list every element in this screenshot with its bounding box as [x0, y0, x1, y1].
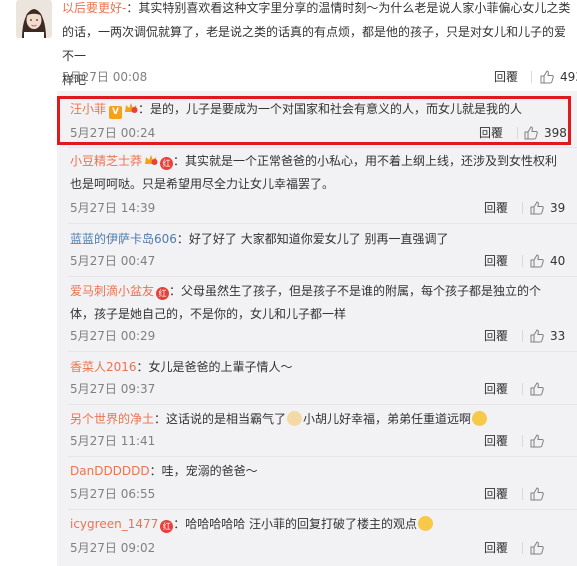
like-count: 39 — [550, 201, 566, 215]
thumbs-up-icon — [540, 70, 554, 84]
reply-username[interactable]: 蓝蓝的伊萨卡岛606 — [70, 232, 177, 246]
reply-item: 另个世界的净土：这话说的是相当霸气了 小胡儿好幸福，弟弟任重道远啊 — [70, 408, 570, 431]
divider — [522, 488, 523, 500]
comment-meta: 5月27日 00:08 回覆 493 — [62, 67, 577, 87]
divider — [68, 456, 577, 457]
reply-button[interactable]: 回覆 — [494, 67, 518, 87]
divider — [522, 202, 523, 214]
reply-text: ：哈哈哈哈哈 汪小菲的回复打破了楼主的观点 — [173, 517, 418, 531]
reply-meta: 5月27日 09:02 回覆 — [70, 538, 570, 558]
avatar[interactable] — [16, 0, 52, 38]
reply-username[interactable]: 香菜人2016 — [70, 360, 137, 374]
thumbs-up-icon — [530, 541, 544, 555]
reply-text: ：哇，宠溺的爸爸～ — [149, 464, 258, 478]
reply-meta: 5月27日 06:55 回覆 — [70, 484, 570, 504]
grin-emoji-icon — [472, 411, 488, 426]
like-count: 33 — [550, 329, 566, 343]
divider — [522, 255, 523, 267]
comment-timestamp: 5月27日 00:08 — [62, 70, 148, 84]
divider — [522, 330, 523, 342]
comment-text-line2: 的话，一两次调侃就算了，老是说之类的话真的有点烦，都是他的孩子，只是对女儿和儿子… — [62, 25, 567, 63]
divider — [68, 351, 577, 352]
comment-text-line1: ：其实特别喜欢看这种文字里分享的温情时刻～为什么老是说人家小菲偏心女儿之类 — [126, 1, 571, 15]
reply-text-line2: 也是呵呵哒。只是希望用尽全力让女儿幸福罢了。 — [70, 177, 335, 191]
highlight-box — [57, 96, 571, 145]
reply-meta: 5月27日 09:37 回覆 — [70, 379, 570, 399]
divider — [531, 71, 532, 83]
reply-text-b: 小胡儿好幸福，弟弟任重道远啊 — [303, 412, 472, 426]
thumbs-up-icon — [530, 329, 544, 343]
reply-button[interactable]: 回覆 — [484, 379, 508, 399]
reply-item: 香菜人2016：女儿是爸爸的上輩子情人～ — [70, 356, 570, 379]
reply-text: ：女儿是爸爸的上輩子情人～ — [136, 360, 293, 374]
reply-username[interactable]: DanDDDDDD — [70, 464, 150, 478]
reply-timestamp: 5月27日 00:29 — [70, 329, 156, 343]
reply-meta: 5月27日 00:47 回覆 40 — [70, 251, 570, 271]
thumbs-up-icon — [530, 382, 544, 396]
reply-timestamp: 5月27日 09:37 — [70, 382, 156, 396]
reply-item: icygreen_1477 红：哈哈哈哈哈 汪小菲的回复打破了楼主的观点 — [70, 513, 570, 536]
red-badge-icon: 红 — [160, 157, 174, 170]
reply-username[interactable]: 小豆精芝士莽 — [70, 154, 142, 168]
reply-username[interactable]: 另个世界的净土 — [70, 412, 154, 426]
divider — [522, 542, 523, 554]
like-count: 40 — [550, 254, 566, 268]
reply-button[interactable]: 回覆 — [484, 326, 508, 346]
reply-username[interactable]: 爱马刺滴小盆友 — [70, 284, 154, 298]
reply-item: DanDDDDDD：哇，宠溺的爸爸～ — [70, 460, 570, 483]
crown-icon — [144, 151, 158, 165]
divider — [68, 276, 577, 277]
divider — [68, 147, 577, 148]
reply-timestamp: 5月27日 09:02 — [70, 541, 156, 555]
reply-button[interactable]: 回覆 — [484, 198, 508, 218]
reply-button[interactable]: 回覆 — [484, 538, 508, 558]
reply-item: 小豆精芝士莽红：其实就是一个正常爸爸的小私心，用不着上纲上线，还涉及到女性权利 … — [70, 150, 570, 196]
thumbs-up-icon — [530, 254, 544, 268]
reply-button[interactable]: 回覆 — [484, 484, 508, 504]
reply-timestamp: 5月27日 00:47 — [70, 254, 156, 268]
reply-item: 蓝蓝的伊萨卡岛606：好了好了 大家都知道你爱女儿了 别再一直强调了 — [70, 228, 570, 251]
reply-button[interactable]: 回覆 — [484, 431, 508, 451]
reply-meta: 5月27日 11:41 回覆 — [70, 431, 570, 451]
reply-item: 爱马刺滴小盆友红：父母虽然生了孩子，但是孩子不是谁的附属，每个孩子都是独立的个 … — [70, 280, 570, 326]
comment-username[interactable]: 以后要更好- — [62, 1, 126, 15]
red-badge-icon: 红 — [156, 287, 170, 300]
reply-text-line1: ：其实就是一个正常爸爸的小私心，用不着上纲上线，还涉及到女性权利 — [173, 154, 558, 168]
reply-timestamp: 5月27日 14:39 — [70, 201, 156, 215]
thumbs-up-icon — [530, 201, 544, 215]
laugh-cry-emoji-icon — [418, 516, 434, 531]
divider — [68, 404, 577, 405]
reply-text-line1: ：父母虽然生了孩子，但是孩子不是谁的附属，每个孩子都是独立的个 — [169, 284, 542, 298]
divider — [68, 509, 577, 510]
like-count: 493 — [560, 70, 577, 84]
reply-text-line2: 体，孩子是她自己的，不是你的，女儿和儿子都一样 — [70, 307, 347, 321]
reply-timestamp: 5月27日 06:55 — [70, 487, 156, 501]
reply-button[interactable]: 回覆 — [484, 251, 508, 271]
divider — [522, 435, 523, 447]
reply-text-a: ：这话说的是相当霸气了 — [154, 412, 287, 426]
reply-username[interactable]: icygreen_1477 — [70, 517, 158, 531]
divider — [522, 383, 523, 395]
doge-emoji-icon — [287, 411, 303, 426]
reply-meta: 5月27日 14:39 回覆 39 — [70, 198, 570, 218]
reply-meta: 5月27日 00:29 回覆 33 — [70, 326, 570, 346]
reply-timestamp: 5月27日 11:41 — [70, 434, 156, 448]
thumbs-up-icon — [530, 487, 544, 501]
divider — [68, 223, 577, 224]
red-badge-icon: 红 — [160, 520, 174, 533]
reply-text: ：好了好了 大家都知道你爱女儿了 别再一直强调了 — [176, 232, 449, 246]
thumbs-up-icon — [530, 434, 544, 448]
